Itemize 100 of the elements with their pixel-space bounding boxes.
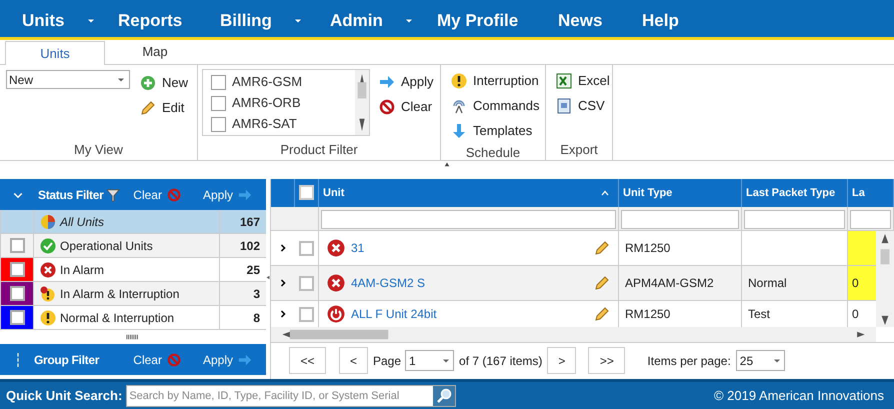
apply-button[interactable]: Apply <box>202 186 252 204</box>
status-label: All Units <box>60 214 104 230</box>
status-row[interactable]: Operational Units 102 <box>1 234 266 258</box>
nav-link[interactable]: Units <box>22 8 94 34</box>
view-select[interactable]: New <box>6 70 130 89</box>
unit-link[interactable]: 4AM-GSM2 S <box>351 274 426 292</box>
status-label: Normal & Interruption <box>60 310 174 326</box>
pager-button[interactable]: > <box>547 347 576 374</box>
filter-input[interactable] <box>321 210 616 229</box>
filter-input[interactable] <box>850 210 891 229</box>
ribbon-button[interactable]: Clear <box>379 94 434 119</box>
ribbon-button[interactable]: Templates <box>451 118 545 143</box>
no-entry-icon <box>166 188 181 202</box>
table-cell-text: RM1250 <box>625 306 670 324</box>
exclamation-icon <box>40 310 56 326</box>
table-cell-text: 0 <box>852 306 859 324</box>
checkbox[interactable] <box>299 185 314 200</box>
resize-grip-icon <box>126 334 140 340</box>
pencil-icon <box>140 100 156 116</box>
nav-link[interactable]: My Profile <box>437 8 518 34</box>
x-circle-icon <box>327 274 345 292</box>
status-count: 25 <box>246 262 261 278</box>
table-cell-text: 0 <box>852 275 859 292</box>
exclamation-icon <box>451 72 467 88</box>
nav-link[interactable]: News <box>558 8 602 34</box>
nav-link[interactable]: Help <box>642 8 679 34</box>
dropdown-caret-icon <box>442 356 450 365</box>
nav-link[interactable]: Reports <box>118 8 182 34</box>
unit-link[interactable]: ALL F Unit 24bit <box>351 305 437 324</box>
pencil-icon[interactable] <box>594 275 610 292</box>
ribbon-button[interactable]: Excel <box>556 68 612 93</box>
pager-button[interactable]: >> <box>588 347 626 374</box>
search-label: Quick Unit Search: <box>6 386 122 405</box>
expand-chevron-icon[interactable] <box>279 309 287 320</box>
dropdown-caret-icon <box>772 356 781 365</box>
status-row[interactable]: In Alarm & Interruption 3 <box>1 282 266 306</box>
checkbox[interactable] <box>10 262 24 277</box>
status-row[interactable]: Normal & Interruption 8 <box>1 306 266 330</box>
pager-button[interactable]: < <box>339 347 368 374</box>
pencil-icon[interactable] <box>594 240 610 256</box>
ribbon-button[interactable]: Interruption <box>451 68 545 93</box>
more-vertical-icon[interactable] <box>16 352 20 366</box>
x-circle-icon <box>327 239 345 258</box>
filter-input[interactable] <box>621 210 739 229</box>
clear-button[interactable]: Clear <box>133 350 181 368</box>
checkbox[interactable] <box>299 306 314 322</box>
ribbon-button[interactable]: New <box>140 70 188 95</box>
clear-button[interactable]: Clear <box>133 186 181 204</box>
page-select[interactable]: 1 <box>405 350 454 372</box>
checkbox[interactable] <box>10 238 24 253</box>
ribbon-button[interactable]: CSV <box>556 93 612 118</box>
document-icon <box>556 98 572 114</box>
ribbon-button[interactable]: Edit <box>140 95 188 120</box>
checkbox[interactable] <box>10 286 24 301</box>
page-count: of 7 (167 items) <box>459 352 542 370</box>
expand-chevron-icon[interactable] <box>279 243 287 254</box>
filter-input[interactable] <box>744 210 845 229</box>
apply-button[interactable]: Apply <box>202 350 252 368</box>
per-page-label: Items per page: <box>647 352 731 370</box>
expand-chevron-icon[interactable] <box>279 278 287 288</box>
per-page-select[interactable]: 25 <box>736 350 785 372</box>
plus-circle-icon <box>140 74 156 90</box>
pencil-icon[interactable] <box>594 306 610 322</box>
ribbon-button[interactable]: Apply <box>379 69 434 94</box>
search-button[interactable] <box>433 386 456 406</box>
power-icon <box>327 305 345 324</box>
status-row[interactable]: All Units 167 <box>1 210 266 234</box>
page-label: Page <box>373 352 402 370</box>
alarm-exclamation-icon <box>40 286 56 302</box>
panel-title: Group Filter <box>34 352 100 368</box>
checkbox[interactable] <box>299 276 314 291</box>
checkbox[interactable] <box>299 240 314 256</box>
nav-link[interactable]: Admin <box>330 8 413 34</box>
unit-link[interactable]: 31 <box>351 239 364 258</box>
checkbox[interactable] <box>10 310 24 325</box>
status-count: 8 <box>252 310 261 326</box>
group-label: Product Filter <box>279 141 359 159</box>
column-header[interactable]: Unit <box>323 184 344 202</box>
spreadsheet-icon <box>556 72 572 88</box>
tab[interactable]: Units <box>5 41 105 65</box>
status-label: Operational Units <box>60 238 153 254</box>
filter-icon <box>106 186 120 202</box>
status-count: 3 <box>252 286 261 302</box>
search-icon <box>436 388 452 404</box>
group-label: Schedule <box>464 144 522 162</box>
search-field[interactable]: Search by Name, ID, Type, Facility ID, or System Serial <box>126 384 456 406</box>
tab[interactable]: Map <box>105 40 205 64</box>
status-count: 102 <box>238 238 261 254</box>
checkbox-option[interactable]: AMR6-GSM <box>211 74 355 90</box>
sort-ascending-icon <box>600 188 610 197</box>
pager-button[interactable]: << <box>289 347 326 374</box>
status-row[interactable]: In Alarm 25 <box>1 258 266 282</box>
collapse-arrow-icon <box>443 161 451 167</box>
right-arrow-icon <box>238 188 252 202</box>
table-cell-text: Normal <box>748 275 787 292</box>
nav-link[interactable]: Billing <box>220 8 302 34</box>
ribbon-button[interactable]: Commands <box>451 93 545 118</box>
checkbox-option[interactable]: AMR6-SAT <box>211 116 355 132</box>
table-cell-text: Test <box>748 306 770 324</box>
checkbox-option[interactable]: AMR6-ORB <box>211 95 355 111</box>
